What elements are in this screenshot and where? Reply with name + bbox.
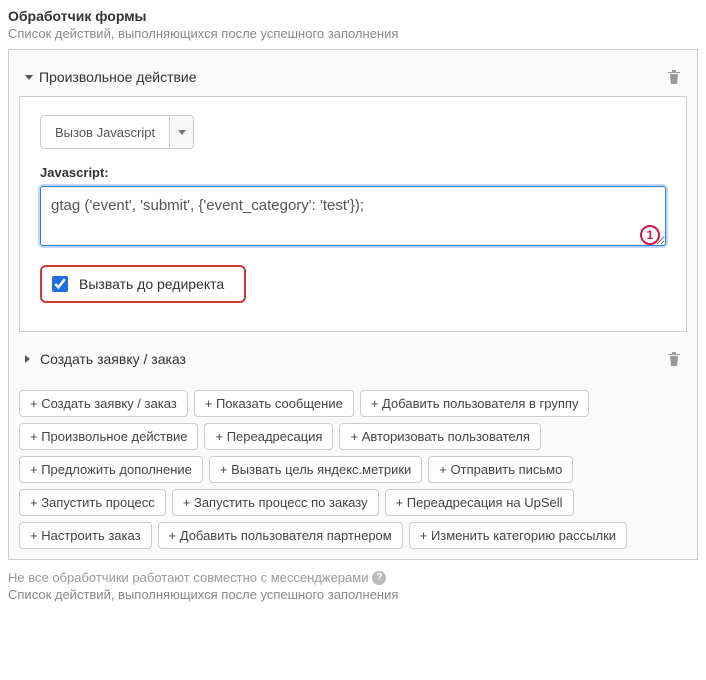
page-title: Обработчик формы [8, 8, 698, 24]
add-action-button[interactable]: + Вызвать цель яндекс.метрики [209, 456, 422, 483]
javascript-label: Javascript: [40, 165, 666, 180]
call-before-redirect-label: Вызвать до редиректа [79, 276, 224, 292]
add-action-button[interactable]: + Запустить процесс [19, 489, 166, 516]
action-header-expanded[interactable]: Произвольное действие [19, 60, 687, 94]
call-before-redirect-row[interactable]: Вызвать до редиректа [40, 265, 246, 303]
add-action-button[interactable]: + Добавить пользователя партнером [158, 522, 403, 549]
call-before-redirect-checkbox[interactable] [52, 276, 68, 292]
add-action-button[interactable]: + Добавить пользователя в группу [360, 390, 590, 417]
chevron-down-icon [25, 75, 33, 80]
action-header-collapsed[interactable]: Создать заявку / заказ [19, 342, 687, 376]
action-title: Создать заявку / заказ [40, 351, 186, 367]
add-action-buttons: + Создать заявку / заказ+ Показать сообщ… [19, 390, 687, 549]
action-title: Произвольное действие [39, 69, 197, 85]
add-action-button[interactable]: + Предложить дополнение [19, 456, 203, 483]
help-icon[interactable]: ? [372, 571, 386, 585]
add-action-button[interactable]: + Произвольное действие [19, 423, 198, 450]
footnote-2: Список действий, выполняющихся после усп… [8, 587, 698, 602]
select-value: Вызов Javascript [41, 116, 169, 148]
add-action-button[interactable]: + Переадресация на UpSell [385, 489, 574, 516]
action-type-select[interactable]: Вызов Javascript [40, 115, 194, 149]
add-action-button[interactable]: + Отправить письмо [428, 456, 573, 483]
add-action-button[interactable]: + Создать заявку / заказ [19, 390, 188, 417]
trash-icon[interactable] [667, 351, 681, 367]
add-action-button[interactable]: + Настроить заказ [19, 522, 152, 549]
add-action-button[interactable]: + Переадресация [204, 423, 333, 450]
add-action-button[interactable]: + Изменить категорию рассылки [409, 522, 627, 549]
annotation-badge: 1 [640, 225, 660, 245]
add-action-button[interactable]: + Авторизовать пользователя [339, 423, 540, 450]
chevron-down-icon [178, 130, 186, 135]
page-subtitle: Список действий, выполняющихся после усп… [8, 26, 698, 41]
select-dropdown-button[interactable] [169, 116, 193, 148]
actions-panel: Произвольное действие Вызов Javascript J… [8, 49, 698, 560]
add-action-button[interactable]: + Показать сообщение [194, 390, 354, 417]
action-body: Вызов Javascript Javascript: 1 Вызвать д… [19, 96, 687, 332]
trash-icon[interactable] [667, 69, 681, 85]
add-action-button[interactable]: + Запустить процесс по заказу [172, 489, 379, 516]
chevron-right-icon [25, 355, 34, 363]
javascript-input[interactable] [40, 186, 666, 246]
footnote-1: Не все обработчики работают совместно с … [8, 570, 698, 585]
